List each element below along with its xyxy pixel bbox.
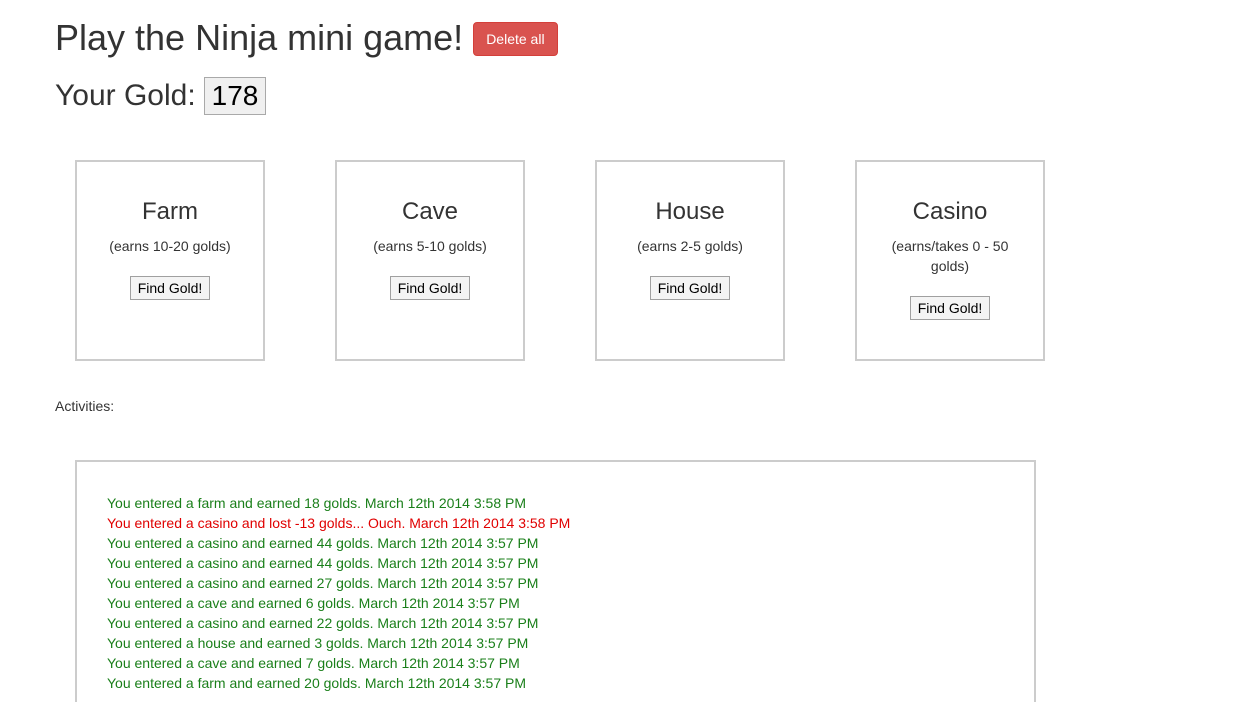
- find-gold-house-button[interactable]: Find Gold!: [649, 276, 731, 300]
- gold-value: 178: [203, 77, 267, 115]
- activity-entry: You entered a casino and lost -13 golds.…: [107, 515, 571, 531]
- building-house: House (earns 2-5 golds) Find Gold!: [595, 160, 785, 361]
- page: Play the Ninja mini game! Delete all You…: [0, 0, 1255, 702]
- activity-entry: You entered a casino and earned 22 golds…: [107, 615, 539, 631]
- activity-entry: You entered a casino and earned 44 golds…: [107, 555, 539, 571]
- activity-entry: You entered a farm and earned 20 golds. …: [107, 675, 526, 691]
- find-gold-cave-button[interactable]: Find Gold!: [389, 276, 471, 300]
- activities-label: Activities:: [55, 398, 115, 414]
- activity-entry: You entered a house and earned 3 golds. …: [107, 635, 529, 651]
- building-title: Cave: [401, 198, 459, 225]
- find-gold-casino-button[interactable]: Find Gold!: [909, 296, 991, 320]
- building-title: Casino: [912, 198, 988, 225]
- delete-all-button[interactable]: Delete all: [473, 22, 558, 56]
- activity-log[interactable]: You entered a farm and earned 18 golds. …: [75, 460, 1036, 702]
- building-description: (earns 2-5 golds): [637, 238, 743, 254]
- building-description: (earns 10-20 golds): [109, 238, 231, 254]
- building-description: (earns 5-10 golds): [373, 238, 487, 254]
- building-cave: Cave (earns 5-10 golds) Find Gold!: [335, 160, 525, 361]
- activity-entry: You entered a farm and earned 18 golds. …: [107, 495, 526, 511]
- find-gold-farm-button[interactable]: Find Gold!: [129, 276, 211, 300]
- building-title: House: [655, 198, 725, 225]
- activity-entry: You entered a cave and earned 6 golds. M…: [107, 595, 520, 611]
- building-title: Farm: [142, 198, 198, 225]
- activity-entry: You entered a casino and earned 44 golds…: [107, 535, 539, 551]
- page-title: Play the Ninja mini game!: [55, 17, 464, 58]
- gold-label: Your Gold:: [55, 79, 196, 112]
- building-description: (earns/takes 0 - 50 golds): [891, 238, 1009, 274]
- building-farm: Farm (earns 10-20 golds) Find Gold!: [75, 160, 265, 361]
- gold-display: Your Gold: 178: [55, 77, 267, 115]
- header: Play the Ninja mini game! Delete all: [55, 14, 558, 62]
- activity-entry: You entered a casino and earned 27 golds…: [107, 575, 539, 591]
- activity-entry: You entered a cave and earned 7 golds. M…: [107, 655, 520, 671]
- activity-list: You entered a farm and earned 18 golds. …: [77, 462, 1034, 693]
- building-casino: Casino (earns/takes 0 - 50 golds) Find G…: [855, 160, 1045, 361]
